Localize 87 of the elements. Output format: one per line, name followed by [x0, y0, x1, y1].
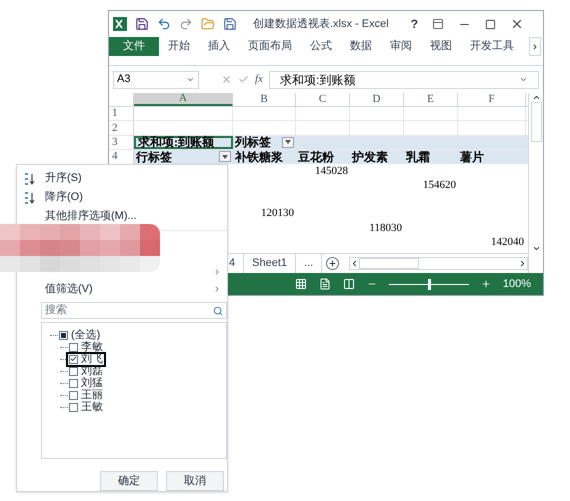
- checkbox[interactable]: [69, 342, 78, 352]
- column-header[interactable]: E: [404, 93, 458, 106]
- ribbon-tab[interactable]: 数据: [341, 37, 381, 56]
- page-break-icon[interactable]: [342, 278, 355, 290]
- column-header[interactable]: F: [458, 93, 526, 106]
- tree-item[interactable]: 王丽: [68, 390, 104, 400]
- search-icon: [213, 306, 223, 316]
- redo-icon[interactable]: [179, 17, 193, 31]
- ribbon-tab[interactable]: 文件: [109, 37, 159, 56]
- checkbox[interactable]: [69, 378, 78, 388]
- tree-item[interactable]: 王敏: [68, 402, 104, 412]
- zoom-slider[interactable]: [388, 278, 469, 290]
- checkbox[interactable]: [69, 390, 78, 400]
- zoom-level: 100%: [502, 276, 531, 292]
- ribbon-tab[interactable]: 开发工具: [461, 37, 523, 56]
- sort-descending-icon: [23, 192, 35, 204]
- column-header[interactable]: C: [296, 93, 350, 106]
- dropdown-icon[interactable]: [186, 75, 195, 84]
- menu-item[interactable]: 其他排序选项(M)...: [17, 207, 227, 226]
- caret-icon: [222, 154, 228, 159]
- table-cell-text: 154620: [422, 178, 457, 192]
- tree-item[interactable]: (全选): [58, 330, 102, 340]
- row-number: 1: [112, 106, 118, 122]
- dropdown-button[interactable]: [282, 136, 294, 148]
- ribbon-tab[interactable]: 页面布局: [239, 37, 301, 56]
- insert-function-button[interactable]: fx: [255, 71, 263, 88]
- table-cell: 列标签: [233, 136, 296, 149]
- vertical-scrollbar[interactable]: [528, 93, 543, 273]
- ribbon-tab[interactable]: 审阅: [381, 37, 421, 56]
- add-sheet-icon[interactable]: [326, 257, 340, 270]
- scroll-right-button[interactable]: [529, 37, 541, 56]
- chevron-right-icon: [531, 42, 539, 50]
- table-cell-text: 120130: [260, 206, 295, 221]
- maximize-icon[interactable]: [485, 18, 496, 30]
- title: 创建数据透视表.xlsx - Excel: [253, 16, 389, 32]
- table-cell-text: 142040: [490, 235, 525, 250]
- sort-ascending-icon: [23, 172, 35, 184]
- scroll-down-icon[interactable]: [532, 244, 540, 253]
- table-cell-text: 145028: [314, 164, 349, 178]
- scroll-up-icon[interactable]: [532, 93, 540, 102]
- zoom-thumb[interactable]: [428, 278, 431, 290]
- table-cell-text: 薯片: [459, 150, 485, 164]
- menu-item[interactable]: 值筛选(V): [17, 280, 227, 298]
- tree-item[interactable]: 刘猛: [68, 378, 104, 388]
- ribbon-tab[interactable]: 公式: [301, 37, 341, 56]
- menu-item[interactable]: 升序(S): [17, 169, 227, 188]
- expand-icon[interactable]: [519, 75, 528, 84]
- ribbon-tab[interactable]: 视图: [421, 37, 461, 56]
- dropdown-button[interactable]: [219, 151, 231, 162]
- name-box[interactable]: A3: [113, 70, 199, 88]
- cancel-button[interactable]: 取消: [166, 471, 224, 491]
- excel-logo-icon: [113, 17, 127, 31]
- table-cell-text: 118030: [368, 220, 403, 236]
- search-field[interactable]: 搜索: [41, 302, 227, 319]
- save-as-icon[interactable]: [223, 17, 237, 31]
- checkbox[interactable]: [69, 354, 78, 364]
- row-number: 2: [112, 120, 118, 136]
- ribbon-tab[interactable]: 插入: [199, 37, 239, 56]
- zoom-in-icon[interactable]: [480, 279, 491, 289]
- caret-icon: [285, 140, 291, 144]
- undo-icon[interactable]: [157, 17, 171, 31]
- row-number: 4: [112, 149, 118, 164]
- ribbon-display-icon[interactable]: [432, 18, 444, 30]
- help-button[interactable]: ?: [410, 15, 418, 33]
- table-cell-text: 护发素: [350, 150, 389, 164]
- tree-item[interactable]: 李敏: [68, 342, 104, 352]
- horizontal-scrollbar[interactable]: [349, 257, 528, 270]
- save-icon[interactable]: [135, 17, 149, 31]
- page-layout-icon[interactable]: [318, 278, 331, 290]
- scroll-thumb[interactable]: [530, 102, 542, 142]
- ribbon-tab[interactable]: 开始: [159, 37, 199, 56]
- column-header[interactable]: B: [233, 93, 296, 106]
- table-cell-text: 豆花粉: [297, 150, 335, 164]
- tree-item[interactable]: 刘磊: [68, 366, 104, 376]
- menu-item[interactable]: 降序(O): [17, 188, 227, 207]
- table-cell-text: 补铁糖浆: [234, 150, 284, 164]
- checkbox[interactable]: [69, 402, 78, 412]
- ok-button[interactable]: 确定: [100, 471, 158, 491]
- column-header[interactable]: A: [134, 93, 233, 106]
- normal-view-icon[interactable]: [294, 278, 307, 290]
- checkbox[interactable]: [59, 330, 68, 340]
- table-cell-text: 乳霜: [404, 150, 431, 164]
- formula-input[interactable]: 求和项:到账额: [268, 70, 539, 88]
- scroll-right-icon[interactable]: [518, 259, 527, 268]
- table-cell: 行标签: [134, 150, 233, 164]
- row-number: 3: [112, 134, 118, 150]
- column-header[interactable]: D: [350, 93, 404, 106]
